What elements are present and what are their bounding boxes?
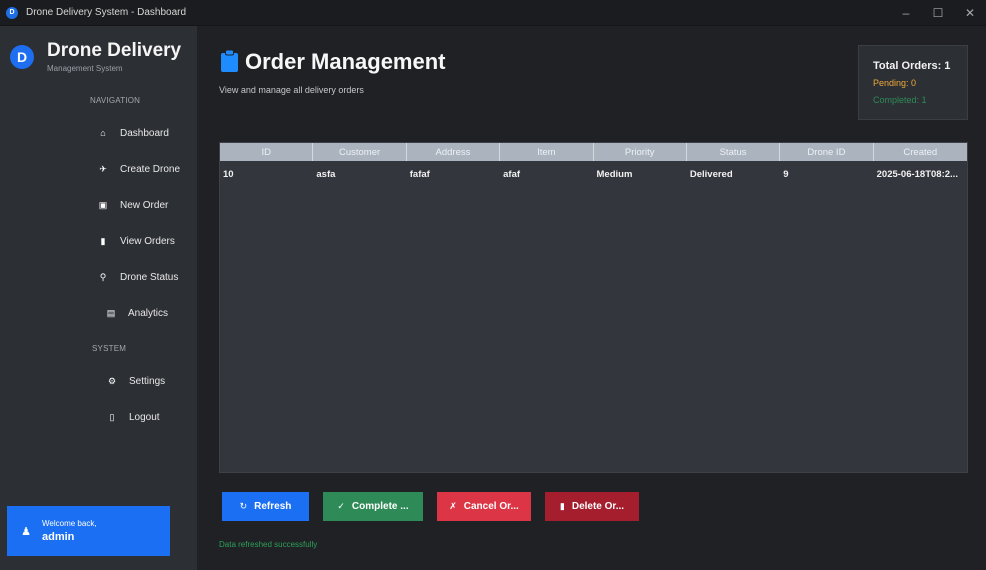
- logo: D: [10, 45, 34, 69]
- column-header-id[interactable]: ID: [220, 143, 314, 161]
- navigation-section-label: NAVIGATION: [90, 96, 141, 105]
- app-icon: D: [6, 6, 18, 19]
- column-header-priority[interactable]: Priority: [594, 143, 687, 161]
- column-header-address[interactable]: Address: [407, 143, 501, 161]
- close-button[interactable]: ✕: [954, 0, 986, 26]
- window-controls: – ☐ ✕: [890, 0, 986, 26]
- cancel-order-button[interactable]: ✗ Cancel Or...: [437, 492, 531, 521]
- sidebar-item-label: Dashboard: [120, 127, 169, 139]
- table-row[interactable]: 10 asfa fafaf afaf Medium Delivered 9 20…: [220, 161, 967, 188]
- minimize-button[interactable]: –: [890, 0, 922, 26]
- column-header-status[interactable]: Status: [687, 143, 781, 161]
- column-header-drone-id[interactable]: Drone ID: [780, 143, 874, 161]
- sidebar-item-settings[interactable]: ⚙ Settings: [105, 369, 165, 393]
- main-content: Order Management View and manage all del…: [197, 26, 986, 570]
- user-icon: ♟: [21, 525, 31, 538]
- door-icon: ▯: [109, 411, 115, 422]
- welcome-card: ♟ Welcome back, admin: [7, 506, 170, 556]
- maximize-button[interactable]: ☐: [922, 0, 954, 26]
- complete-button-label: Complete ...: [351, 501, 409, 512]
- trash-icon: ▮: [559, 501, 565, 511]
- cell-priority: Medium: [596, 169, 633, 180]
- cell-id: 10: [223, 169, 234, 180]
- cell-customer: asfa: [316, 169, 336, 180]
- cell-drone-id: 9: [783, 169, 789, 180]
- home-icon: ⌂: [100, 128, 106, 138]
- sidebar-item-label: New Order: [120, 199, 169, 211]
- orders-table[interactable]: ID Customer Address Item Priority Status…: [219, 142, 968, 473]
- column-header-created[interactable]: Created: [874, 143, 967, 161]
- pin-icon: ⚲: [99, 271, 107, 282]
- cell-item: afaf: [503, 169, 521, 180]
- sidebar-item-label: Analytics: [128, 307, 169, 319]
- welcome-text: Welcome back,: [42, 519, 97, 528]
- column-header-customer[interactable]: Customer: [313, 143, 407, 161]
- package-icon: ▣: [98, 199, 108, 210]
- cancel-button-label: Cancel Or...: [463, 501, 519, 512]
- drone-icon: ✈: [99, 163, 107, 174]
- gear-icon: ⚙: [107, 375, 117, 386]
- complete-order-button[interactable]: ✓ Complete ...: [323, 492, 423, 521]
- window-title-bar: D Drone Delivery System - Dashboard – ☐ …: [0, 0, 986, 26]
- order-stats-panel: Total Orders: 1 Pending: 0 Completed: 1: [858, 45, 968, 120]
- page-title: Order Management: [245, 49, 446, 74]
- sidebar-item-logout[interactable]: ▯ Logout: [105, 405, 160, 429]
- sidebar-item-label: View Orders: [120, 235, 175, 247]
- sidebar-item-label: Create Drone: [120, 163, 181, 175]
- status-message: Data refreshed successfully: [219, 540, 318, 549]
- sidebar-item-view-orders[interactable]: ▮ View Orders: [96, 229, 175, 253]
- table-header: ID Customer Address Item Priority Status…: [220, 143, 967, 161]
- sidebar: D Drone Delivery Management System NAVIG…: [0, 26, 197, 570]
- total-orders-stat: Total Orders: 1: [873, 60, 951, 72]
- chart-icon: ▤: [106, 307, 116, 318]
- window-title: Drone Delivery System - Dashboard: [26, 7, 187, 18]
- sidebar-item-label: Drone Status: [120, 271, 179, 283]
- sidebar-item-create-drone[interactable]: ✈ Create Drone: [96, 157, 180, 181]
- brand-name: Drone Delivery: [47, 40, 182, 61]
- delete-order-button[interactable]: ▮ Delete Or...: [545, 492, 639, 521]
- sidebar-item-label: Settings: [129, 375, 166, 387]
- sidebar-item-new-order[interactable]: ▣ New Order: [96, 193, 169, 217]
- pending-orders-stat: Pending: 0: [873, 78, 917, 88]
- completed-orders-stat: Completed: 1: [873, 95, 927, 105]
- sidebar-item-drone-status[interactable]: ⚲ Drone Status: [96, 265, 179, 289]
- clipboard-icon: ▮: [100, 235, 106, 246]
- cell-address: fafaf: [409, 169, 430, 180]
- sidebar-item-label: Logout: [129, 411, 160, 423]
- brand-subtitle: Management System: [47, 64, 123, 73]
- refresh-button[interactable]: ↻ Refresh: [222, 492, 309, 521]
- x-icon: ✗: [449, 501, 457, 511]
- username: admin: [42, 531, 75, 543]
- cell-status: Delivered: [689, 169, 733, 180]
- refresh-icon: ↻: [239, 501, 248, 511]
- column-header-item[interactable]: Item: [500, 143, 594, 161]
- delete-button-label: Delete Or...: [571, 501, 625, 512]
- check-icon: ✓: [337, 501, 345, 511]
- clipboard-icon: [221, 50, 238, 72]
- sidebar-item-dashboard[interactable]: ⌂ Dashboard: [96, 121, 169, 145]
- refresh-button-label: Refresh: [254, 501, 292, 512]
- system-section-label: SYSTEM: [92, 344, 127, 353]
- cell-created: 2025-06-18T08:2...: [876, 169, 958, 180]
- sidebar-item-analytics[interactable]: ▤ Analytics: [104, 301, 168, 325]
- page-subtitle: View and manage all delivery orders: [219, 85, 364, 95]
